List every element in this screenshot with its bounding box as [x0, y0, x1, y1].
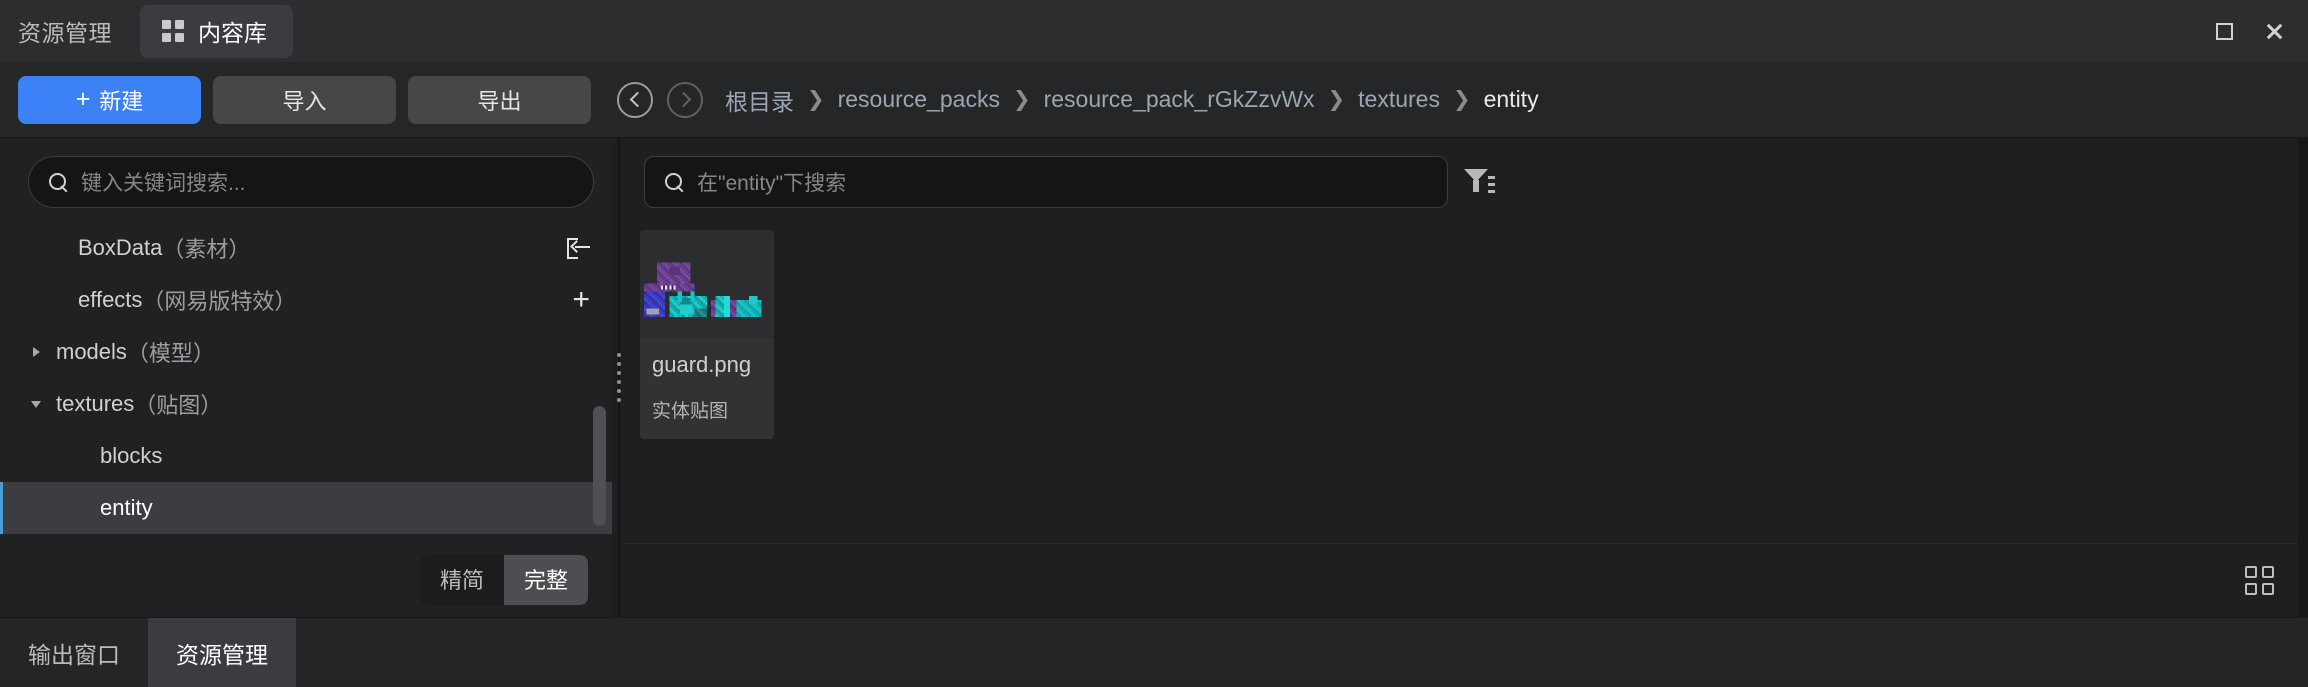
funnel-line-1: [1488, 176, 1495, 179]
breadcrumb-item[interactable]: entity: [1484, 86, 1539, 113]
new-button[interactable]: + 新建: [18, 75, 201, 124]
bottom-tab-bar: 输出窗口 资源管理: [0, 617, 2308, 687]
left-search-box[interactable]: 键入关键词搜索...: [28, 156, 594, 208]
breadcrumb: 根目录 ❯ resource_packs ❯ resource_pack_rGkZzvW…: [725, 83, 1539, 117]
tree-item-label: entity: [100, 495, 153, 520]
tab-content-library[interactable]: 内容库: [140, 4, 293, 58]
breadcrumb-item[interactable]: resource_packs: [838, 86, 1000, 113]
export-icon[interactable]: [567, 237, 590, 260]
content-search-box[interactable]: 在"entity"下搜索: [644, 156, 1448, 208]
grid-4-icon: [162, 19, 184, 42]
breadcrumb-separator: ❯: [807, 88, 825, 111]
import-button-label: 导入: [282, 88, 327, 114]
asset-card[interactable]: guard.png 实体贴图: [640, 230, 774, 439]
breadcrumb-separator: ❯: [1012, 88, 1031, 111]
bottom-tab-output[interactable]: 输出窗口: [0, 618, 148, 687]
tree-item-entity[interactable]: entity: [0, 482, 612, 534]
tree-item-label: effects: [78, 287, 143, 312]
tree-item-label: models: [56, 339, 127, 364]
window-controls: [2212, 0, 2286, 62]
breadcrumb-item[interactable]: resource_pack_rGkZzvWx: [1044, 86, 1315, 113]
tree-item-subtitle: （模型）: [126, 341, 215, 366]
view-mode-full[interactable]: 完整: [503, 555, 588, 605]
tree-item-label: blocks: [100, 443, 163, 468]
funnel-stem: [1473, 180, 1479, 192]
left-panel-scrollbar[interactable]: [593, 406, 606, 526]
breadcrumb-separator: ❯: [1327, 88, 1346, 111]
asset-type-label: 实体贴图: [652, 401, 729, 422]
square-icon: [2215, 22, 2233, 40]
tree-item-effects[interactable]: effects （网易版特效） +: [0, 274, 612, 326]
breadcrumb-item[interactable]: textures: [1358, 86, 1440, 113]
right-search-row: 在"entity"下搜索: [626, 138, 2308, 222]
resource-manager-window: 资源管理 内容库 + 新建 导入 导出 根目录 ❯ resource_packs ❯ r…: [0, 0, 2308, 687]
asset-thumbnail: [640, 230, 774, 338]
left-panel-footer: 精简 完整: [0, 543, 612, 617]
left-search-wrap: 键入关键词搜索...: [0, 138, 612, 222]
content-search-input[interactable]: 在"entity"下搜索: [697, 167, 846, 197]
asset-name: guard.png: [652, 352, 752, 377]
export-button-label: 导出: [477, 88, 522, 114]
close-icon: [2265, 22, 2284, 41]
panel-splitter[interactable]: [612, 138, 626, 617]
grid-view-icon[interactable]: [2245, 566, 2274, 595]
toolbar: + 新建 导入 导出 根目录 ❯ resource_packs ❯ resource_p…: [0, 62, 2308, 138]
import-button[interactable]: 导入: [213, 75, 396, 124]
tree-item-subtitle: （素材）: [162, 237, 251, 262]
funnel-line-3: [1488, 190, 1495, 193]
tree-item-subtitle: （网易版特效）: [142, 289, 297, 314]
search-icon: [665, 172, 684, 192]
splitter-grip-icon: [617, 353, 621, 402]
tab-content-library-label: 内容库: [198, 19, 267, 46]
chevron-down-icon[interactable]: [28, 400, 44, 408]
filter-funnel-icon[interactable]: [1464, 167, 1495, 197]
tree-item-models[interactable]: models （模型）: [0, 326, 612, 378]
chevron-right-icon[interactable]: [28, 347, 44, 357]
left-panel: 键入关键词搜索... BoxData （素材） effects （网易版特效） + mod…: [0, 138, 612, 617]
back-button[interactable]: [617, 81, 653, 118]
right-panel-footer: [626, 543, 2308, 617]
tree-item-textures[interactable]: textures （贴图）: [0, 378, 612, 430]
resource-tree: BoxData （素材） effects （网易版特效） + models （模型） text…: [0, 222, 612, 543]
chevron-right-icon: [675, 91, 691, 108]
close-button[interactable]: [2262, 19, 2286, 43]
tree-item-subtitle: （贴图）: [134, 393, 223, 418]
plus-icon: +: [75, 85, 91, 113]
content-grid: guard.png 实体贴图: [626, 222, 2308, 543]
right-edge-strip: [2298, 138, 2308, 617]
app-title: 资源管理: [18, 20, 112, 46]
export-button[interactable]: 导出: [408, 75, 591, 124]
view-mode-segmented: 精简 完整: [419, 555, 588, 605]
tree-item-label: textures: [56, 391, 135, 416]
tree-item-boxdata[interactable]: BoxData （素材）: [0, 222, 612, 274]
titlebar: 资源管理 内容库: [0, 0, 2308, 62]
main-body: 键入关键词搜索... BoxData （素材） effects （网易版特效） + mod…: [0, 138, 2308, 617]
left-search-input[interactable]: 键入关键词搜索...: [81, 167, 246, 197]
chevron-left-icon: [629, 91, 645, 108]
funnel-line-2: [1488, 183, 1495, 186]
breadcrumb-separator: ❯: [1452, 88, 1471, 111]
breadcrumb-item[interactable]: 根目录: [725, 83, 794, 117]
search-icon: [49, 172, 68, 192]
forward-button[interactable]: [667, 81, 703, 118]
navigation-buttons: [617, 81, 703, 118]
bottom-tab-resource-manager[interactable]: 资源管理: [148, 618, 296, 687]
view-mode-simple[interactable]: 精简: [420, 555, 504, 605]
plus-icon[interactable]: +: [572, 285, 590, 315]
tree-item-label: BoxData: [78, 235, 163, 260]
right-panel: 在"entity"下搜索 guard.png 实体贴图: [626, 138, 2308, 617]
maximize-button[interactable]: [2212, 19, 2236, 43]
new-button-label: 新建: [99, 88, 144, 114]
tree-item-blocks[interactable]: blocks: [0, 430, 612, 482]
